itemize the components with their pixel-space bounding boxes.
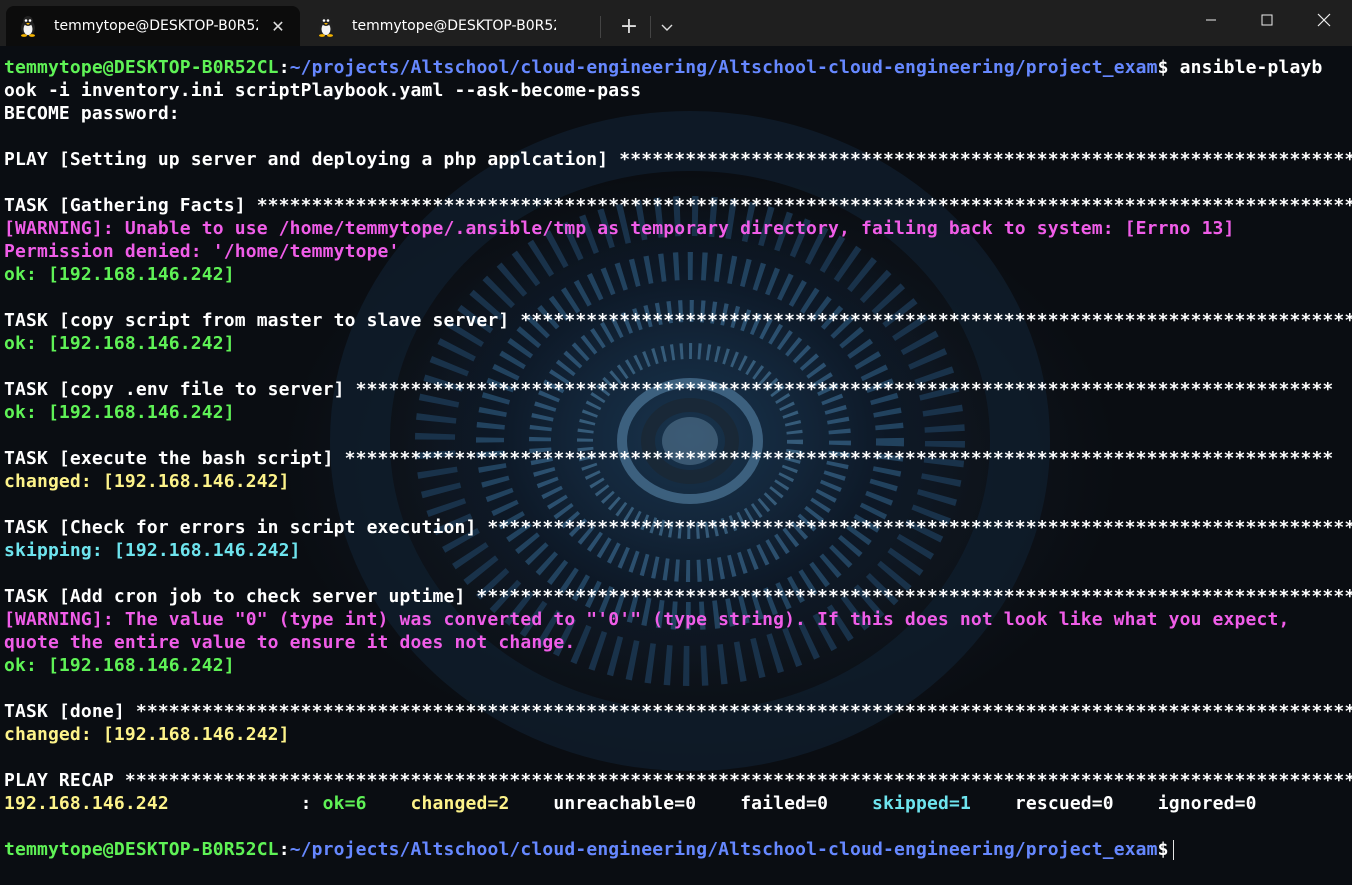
warning-line: Permission denied: '/home/temmytope' (4, 241, 400, 262)
recap-host: 192.168.146.242 (4, 793, 169, 814)
task-header: TASK [Gathering Facts] *****************… (4, 195, 1352, 216)
recap-gap (367, 793, 411, 814)
tab-terminal-1[interactable]: temmytope@DESKTOP-B0R52CL: ~ ✕ (6, 6, 300, 46)
prompt-colon: : (278, 57, 290, 78)
task-result-changed: changed: [192.168.146.242] (4, 471, 290, 492)
prompt-dollar: $ (1157, 839, 1169, 860)
recap-row: 192.168.146.242 : ok=6 changed=2 unreach… (4, 792, 1352, 815)
tab-terminal-2[interactable]: temmytope@DESKTOP-B0R52CL: ~ (304, 6, 594, 46)
recap-gap (696, 793, 740, 814)
maximize-icon (1261, 14, 1273, 26)
task-result-ok: ok: [192.168.146.242] (4, 655, 235, 676)
recap-changed: changed=2 (410, 793, 510, 814)
task-header: TASK [Add cron job to check server uptim… (4, 586, 1352, 607)
task-header: TASK [done] ****************************… (4, 701, 1352, 722)
prompt-path: ~/projects/Altschool/cloud-engineering/A… (289, 57, 1158, 78)
warning-line: quote the entire value to ensure it does… (4, 632, 576, 653)
recap-failed: failed=0 (740, 793, 829, 814)
recap-header: PLAY RECAP *****************************… (4, 770, 1352, 791)
current-prompt[interactable]: temmytope@DESKTOP-B0R52CL:~/projects/Alt… (4, 838, 1352, 861)
recap-unreachable: unreachable=0 (553, 793, 697, 814)
play-header: PLAY [Setting up server and deploying a … (4, 149, 1352, 170)
tab-close-button[interactable]: ✕ (270, 17, 286, 36)
task-result-skipping: skipping: [192.168.146.242] (4, 540, 301, 561)
tab-dropdown-button[interactable] (652, 10, 682, 44)
tab-title: temmytope@DESKTOP-B0R52CL: ~ (352, 18, 556, 34)
terminal-output: temmytope@DESKTOP-B0R52CL:~/projects/Alt… (4, 56, 1352, 861)
become-password-prompt: BECOME password: (4, 103, 180, 124)
linux-tux-icon (319, 16, 333, 37)
close-window-button[interactable] (1296, 0, 1352, 40)
tab-divider (650, 16, 651, 38)
text-cursor (1172, 840, 1174, 860)
close-icon (1317, 13, 1331, 27)
prompt-colon: : (278, 839, 290, 860)
recap-gap (828, 793, 872, 814)
tab-title: temmytope@DESKTOP-B0R52CL: ~ (54, 18, 258, 34)
terminal-pane[interactable]: temmytope@DESKTOP-B0R52CL:~/projects/Alt… (0, 46, 1352, 885)
prompt-path: ~/projects/Altschool/cloud-engineering/A… (289, 839, 1158, 860)
task-header: TASK [copy .env file to server] ********… (4, 379, 1334, 400)
task-header: TASK [execute the bash script] *********… (4, 448, 1334, 469)
recap-ignored: ignored=0 (1157, 793, 1257, 814)
prompt-user: temmytope@DESKTOP-B0R52CL (4, 57, 279, 78)
command-line-wrap: ook -i inventory.ini scriptPlaybook.yaml… (4, 80, 642, 101)
task-result-ok: ok: [192.168.146.242] (4, 264, 235, 285)
warning-line: [WARNING]: The value "0" (type int) was … (4, 609, 1290, 630)
recap-gap (509, 793, 553, 814)
tab-divider (600, 16, 601, 38)
chevron-down-icon (661, 24, 673, 31)
command-line: temmytope@DESKTOP-B0R52CL:~/projects/Alt… (4, 56, 1352, 79)
task-header: TASK [Check for errors in script executi… (4, 517, 1352, 538)
recap-ok: ok=6 (322, 793, 367, 814)
command-text: ansible-playb (1168, 57, 1323, 78)
title-bar: temmytope@DESKTOP-B0R52CL: ~ ✕ temmytope… (0, 0, 1352, 46)
linux-tux-icon (21, 16, 35, 37)
minimize-icon (1206, 19, 1216, 21)
task-result-ok: ok: [192.168.146.242] (4, 333, 235, 354)
minimize-button[interactable] (1183, 0, 1239, 40)
recap-separator: : (168, 793, 323, 814)
warning-line: [WARNING]: Unable to use /home/temmytope… (4, 218, 1235, 239)
recap-gap (971, 793, 1015, 814)
task-result-ok: ok: [192.168.146.242] (4, 402, 235, 423)
recap-skipped: skipped=1 (872, 793, 971, 814)
task-result-changed: changed: [192.168.146.242] (4, 724, 290, 745)
task-header: TASK [copy script from master to slave s… (4, 310, 1352, 331)
maximize-button[interactable] (1239, 0, 1295, 40)
new-tab-button[interactable]: + (612, 10, 646, 44)
prompt-user: temmytope@DESKTOP-B0R52CL (4, 839, 279, 860)
recap-rescued: rescued=0 (1014, 793, 1114, 814)
prompt-dollar: $ (1157, 57, 1169, 78)
recap-gap (1114, 793, 1158, 814)
